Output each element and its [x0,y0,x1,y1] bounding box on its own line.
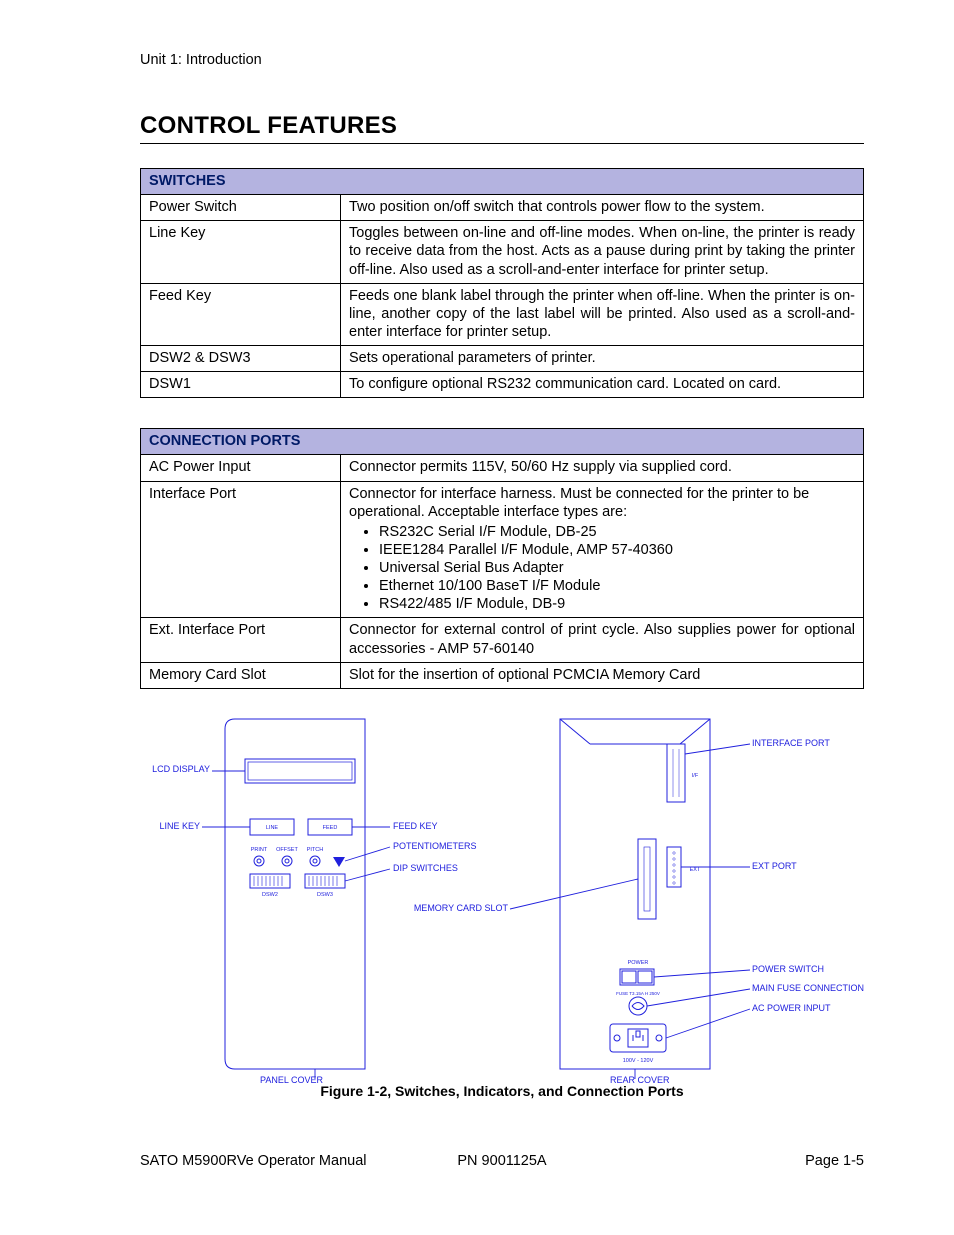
port-name: Interface Port [141,481,341,618]
section-title: CONTROL FEATURES [140,112,864,144]
table-row: Power Switch Two position on/off switch … [141,195,864,221]
svg-text:POWER: POWER [628,960,649,966]
document-page: Unit 1: Introduction CONTROL FEATURES Sw… [0,0,954,1235]
table-row: Feed Key Feeds one blank label through t… [141,283,864,345]
svg-text:FEED: FEED [323,825,338,831]
svg-text:DSW2: DSW2 [262,892,278,898]
footer-center: PN 9001125A [140,1153,864,1169]
list-item: Universal Serial Bus Adapter [379,559,855,577]
label-rear-cover: REAR COVER [610,1076,670,1085]
list-item: RS232C Serial I/F Module, DB-25 [379,523,855,541]
label-line-key: LINE KEY [130,822,200,831]
switch-name: DSW1 [141,372,341,398]
ports-header: Connection Ports [141,429,864,455]
label-panel-cover: PANEL COVER [260,1076,323,1085]
table-row: DSW1 To configure optional RS232 communi… [141,372,864,398]
switch-desc: Sets operational parameters of printer. [341,346,864,372]
svg-text:DSW3: DSW3 [317,892,333,898]
svg-text:EXT: EXT [690,867,701,873]
label-ac-power: AC POWER INPUT [752,1004,831,1013]
label-feed-key: FEED KEY [393,822,438,831]
label-lcd-display: LCD DISPLAY [130,765,210,774]
switch-desc: Toggles between on-line and off-line mod… [341,221,864,283]
svg-text:100V - 120V: 100V - 120V [623,1058,654,1064]
label-interface-port: INTERFACE PORT [752,739,830,748]
label-power-switch: POWER SWITCH [752,965,824,974]
svg-text:I/F: I/F [692,773,699,779]
unit-header: Unit 1: Introduction [140,52,864,68]
port-name: Ext. Interface Port [141,618,341,662]
switch-desc: To configure optional RS232 communicatio… [341,372,864,398]
svg-text:PRINT: PRINT [251,847,268,853]
switches-table: Switches Power Switch Two position on/of… [140,168,864,398]
table-row: Memory Card Slot Slot for the insertion … [141,662,864,688]
switch-name: Line Key [141,221,341,283]
table-row: Line Key Toggles between on-line and off… [141,221,864,283]
table-row: DSW2 & DSW3 Sets operational parameters … [141,346,864,372]
table-row: Interface Port Connector for interface h… [141,481,864,618]
label-ext-port: EXT PORT [752,862,797,871]
label-memory-card-slot: MEMORY CARD SLOT [400,904,508,913]
port-name: Memory Card Slot [141,662,341,688]
svg-text:OFFSET: OFFSET [276,847,298,853]
table-row: AC Power Input Connector permits 115V, 5… [141,455,864,481]
port-name: AC Power Input [141,455,341,481]
svg-text:PITCH: PITCH [307,847,324,853]
list-item: Ethernet 10/100 BaseT I/F Module [379,577,855,595]
switch-desc: Two position on/off switch that controls… [341,195,864,221]
port-desc: Slot for the insertion of optional PCMCI… [341,662,864,688]
label-potentiometers: POTENTIOMETERS [393,842,477,851]
port-desc: Connector for external control of print … [341,618,864,662]
list-item: IEEE1284 Parallel I/F Module, AMP 57-403… [379,541,855,559]
switch-desc: Feeds one blank label through the printe… [341,283,864,345]
ports-table: Connection Ports AC Power Input Connecto… [140,428,864,689]
switch-name: Power Switch [141,195,341,221]
switch-name: DSW2 & DSW3 [141,346,341,372]
svg-text:LINE: LINE [266,825,279,831]
switches-header: Switches [141,169,864,195]
table-row: Ext. Interface Port Connector for extern… [141,618,864,662]
diagram-svg: LINE FEED PRINT OFFSET PITCH DSW2 DSW3 [140,709,860,1089]
switch-name: Feed Key [141,283,341,345]
label-dip-switches: DIP SWITCHES [393,864,458,873]
figure-diagram: LINE FEED PRINT OFFSET PITCH DSW2 DSW3 [140,709,860,1089]
list-item: RS422/485 I/F Module, DB-9 [379,595,855,613]
svg-text:FUSE T3.15A H 250V: FUSE T3.15A H 250V [616,991,660,996]
page-footer: PN 9001125A SATO M5900RVe Operator Manua… [140,1153,864,1169]
label-main-fuse: MAIN FUSE CONNECTION [752,984,864,993]
port-desc-prefix: Connector for interface harness. Must be… [349,486,809,520]
port-desc: Connector for interface harness. Must be… [341,481,864,618]
port-desc: Connector permits 115V, 50/60 Hz supply … [341,455,864,481]
interface-list: RS232C Serial I/F Module, DB-25 IEEE1284… [349,523,855,614]
